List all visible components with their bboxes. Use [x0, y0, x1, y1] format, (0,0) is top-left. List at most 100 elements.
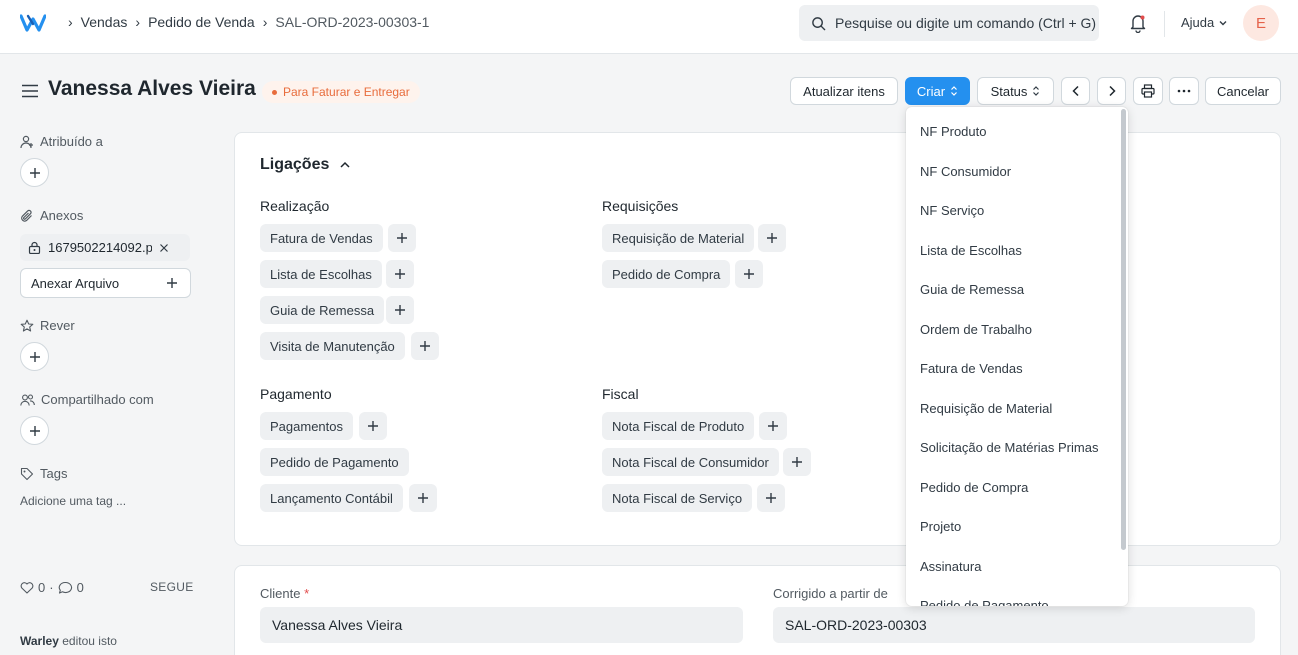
link-guia-de-remessa[interactable]: Guia de Remessa: [260, 296, 385, 324]
breadcrumb-pedido-de-venda[interactable]: Pedido de Venda: [148, 14, 255, 30]
add-visita-de-manutencao-button[interactable]: [411, 332, 439, 360]
add-tag-link[interactable]: Adicione uma tag ...: [20, 494, 126, 508]
plus-icon: [29, 351, 40, 362]
comment-icon[interactable]: [58, 581, 73, 595]
app-logo-icon[interactable]: [20, 13, 46, 33]
plus-icon: [768, 421, 778, 431]
attachment-item[interactable]: 1679502214092.pdf: [20, 234, 190, 261]
menu-item-pedido-de-compra[interactable]: Pedido de Compra: [920, 480, 1028, 495]
sort-icon: [951, 86, 958, 96]
follow-button[interactable]: SEGUE: [150, 580, 194, 594]
add-pedido-de-compra-button[interactable]: [735, 260, 763, 288]
more-options-button[interactable]: [1169, 77, 1199, 105]
link-lista-de-escolhas[interactable]: Lista de Escolhas: [260, 260, 382, 288]
next-button[interactable]: [1097, 77, 1126, 105]
link-pedido-de-pagamento[interactable]: Pedido de Pagamento: [260, 448, 409, 476]
menu-item-solicitacao-de-materias-primas[interactable]: Solicitação de Matérias Primas: [920, 440, 1098, 455]
chevron-right-icon: ›: [135, 14, 141, 30]
chevron-down-icon: [1219, 20, 1227, 25]
customer-field[interactable]: Vanessa Alves Vieira: [260, 607, 743, 643]
plus-icon: [766, 493, 776, 503]
add-share-button[interactable]: [20, 416, 49, 445]
activity-edited: Warley editou isto: [20, 634, 117, 648]
add-nota-fiscal-de-produto-button[interactable]: [759, 412, 787, 440]
dropdown-scrollbar[interactable]: [1121, 109, 1126, 550]
menu-item-projeto[interactable]: Projeto: [920, 519, 961, 534]
assigned-to-label: Atribuído a: [20, 134, 103, 149]
add-nota-fiscal-de-servico-button[interactable]: [757, 484, 785, 512]
connections-title: Ligações: [260, 156, 330, 173]
status-dot: [272, 89, 277, 95]
heart-icon[interactable]: [20, 581, 34, 594]
menu-item-requisicao-de-material[interactable]: Requisição de Material: [920, 401, 1052, 416]
add-fatura-de-vendas-button[interactable]: [388, 224, 416, 252]
edited-user[interactable]: Warley: [20, 634, 59, 648]
menu-item-nf-produto[interactable]: NF Produto: [920, 124, 986, 139]
required-marker: *: [304, 586, 310, 601]
status-button[interactable]: Status: [977, 77, 1054, 105]
help-dropdown[interactable]: Ajuda: [1181, 15, 1228, 30]
hamburger-menu-icon[interactable]: [22, 84, 38, 98]
status-button-label: Status: [990, 83, 1028, 99]
menu-item-lista-de-escolhas[interactable]: Lista de Escolhas: [920, 243, 1022, 258]
menu-item-ordem-de-trabalho[interactable]: Ordem de Trabalho: [920, 322, 1032, 337]
link-nota-fiscal-de-produto[interactable]: Nota Fiscal de Produto: [602, 412, 755, 440]
customer-label-text: Cliente: [260, 586, 301, 601]
link-fatura-de-vendas[interactable]: Fatura de Vendas: [260, 224, 383, 252]
plus-icon: [395, 269, 405, 279]
menu-item-fatura-de-vendas[interactable]: Fatura de Vendas: [920, 361, 1023, 376]
menu-item-nf-servico[interactable]: NF Serviço: [920, 203, 984, 218]
plus-icon: [395, 305, 405, 315]
add-requisicao-de-material-button[interactable]: [758, 224, 786, 252]
review-text: Rever: [40, 318, 75, 333]
menu-item-pedido-de-pagamento[interactable]: Pedido de Pagamento: [920, 598, 1049, 606]
previous-button[interactable]: [1061, 77, 1090, 105]
link-requisicao-de-material[interactable]: Requisição de Material: [602, 224, 755, 252]
menu-item-guia-de-remessa[interactable]: Guia de Remessa: [920, 282, 1024, 297]
link-pagamentos[interactable]: Pagamentos: [260, 412, 353, 440]
more-horizontal-icon: [1177, 89, 1191, 93]
breadcrumb-current[interactable]: SAL-ORD-2023-00303-1: [275, 14, 429, 30]
attach-file-button[interactable]: Anexar Arquivo: [20, 268, 191, 298]
tags-label: Tags: [20, 466, 67, 481]
sort-icon: [1033, 86, 1040, 96]
link-pedido-de-compra[interactable]: Pedido de Compra: [602, 260, 731, 288]
menu-item-assinatura[interactable]: Assinatura: [920, 559, 981, 574]
lock-icon: [28, 241, 41, 254]
add-pagamentos-button[interactable]: [359, 412, 387, 440]
add-review-button[interactable]: [20, 342, 49, 371]
add-nota-fiscal-de-consumidor-button[interactable]: [783, 448, 811, 476]
plus-icon: [418, 493, 428, 503]
menu-item-nf-consumidor[interactable]: NF Consumidor: [920, 164, 1011, 179]
amended-from-field[interactable]: SAL-ORD-2023-00303: [773, 607, 1255, 643]
search-input[interactable]: Pesquise ou digite um comando (Ctrl + G): [799, 5, 1099, 41]
link-nota-fiscal-de-servico[interactable]: Nota Fiscal de Serviço: [602, 484, 753, 512]
plus-icon: [792, 457, 802, 467]
cancel-button[interactable]: Cancelar: [1205, 77, 1281, 105]
plus-icon: [167, 278, 177, 288]
bell-icon[interactable]: [1129, 13, 1147, 33]
search-placeholder: Pesquise ou digite um comando (Ctrl + G): [835, 15, 1097, 31]
print-button[interactable]: [1133, 77, 1163, 105]
connections-header[interactable]: Ligações: [260, 156, 351, 174]
link-visita-de-manutencao[interactable]: Visita de Manutenção: [260, 332, 405, 360]
add-guia-de-remessa-button[interactable]: [386, 296, 414, 324]
update-items-button[interactable]: Atualizar itens: [790, 77, 898, 105]
star-icon: [20, 319, 34, 332]
link-lancamento-contabil[interactable]: Lançamento Contábil: [260, 484, 403, 512]
add-lista-de-escolhas-button[interactable]: [386, 260, 414, 288]
link-nota-fiscal-de-consumidor[interactable]: Nota Fiscal de Consumidor: [602, 448, 779, 476]
shared-with-text: Compartilhado com: [41, 392, 154, 407]
close-icon[interactable]: [159, 243, 169, 253]
avatar[interactable]: E: [1243, 5, 1279, 41]
review-label: Rever: [20, 318, 75, 333]
breadcrumb-vendas[interactable]: Vendas: [81, 14, 128, 30]
user-add-icon: [20, 135, 33, 148]
breadcrumb: › Vendas › Pedido de Venda › SAL-ORD-202…: [60, 14, 429, 30]
add-assignee-button[interactable]: [20, 158, 49, 187]
create-button[interactable]: Criar: [905, 77, 970, 105]
shared-with-label: Compartilhado com: [20, 392, 154, 407]
plus-icon: [29, 167, 40, 178]
plus-icon: [420, 341, 430, 351]
add-lancamento-contabil-button[interactable]: [409, 484, 437, 512]
